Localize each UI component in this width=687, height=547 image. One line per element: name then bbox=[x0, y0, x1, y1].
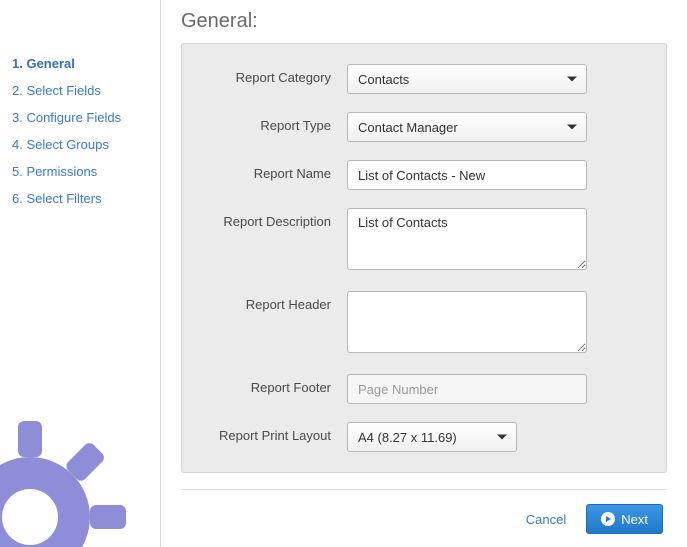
label-print-layout: Report Print Layout bbox=[192, 422, 347, 443]
textarea-report-description[interactable]: List of Contacts bbox=[347, 208, 587, 270]
form-panel: Report Category Contacts Report Type Con… bbox=[181, 43, 667, 473]
select-print-layout-value: A4 (8.27 x 11.69) bbox=[358, 430, 457, 445]
sidebar-item-permissions[interactable]: 5. Permissions bbox=[12, 158, 160, 185]
select-report-category-value: Contacts bbox=[358, 72, 409, 87]
sidebar-item-select-groups[interactable]: 4. Select Groups bbox=[12, 131, 160, 158]
select-report-category[interactable]: Contacts bbox=[347, 64, 587, 94]
footer-bar: Cancel Next bbox=[181, 489, 667, 534]
sidebar-item-select-fields[interactable]: 2. Select Fields bbox=[12, 77, 160, 104]
input-report-footer[interactable] bbox=[347, 374, 587, 404]
label-report-footer: Report Footer bbox=[192, 374, 347, 395]
wizard-sidebar: 1. General 2. Select Fields 3. Configure… bbox=[0, 0, 160, 547]
gear-icon bbox=[0, 417, 130, 547]
select-report-type-value: Contact Manager bbox=[358, 120, 458, 135]
cancel-button[interactable]: Cancel bbox=[522, 506, 570, 533]
next-button-label: Next bbox=[621, 512, 648, 527]
sidebar-item-select-filters[interactable]: 6. Select Filters bbox=[12, 185, 160, 212]
label-report-header: Report Header bbox=[192, 291, 347, 312]
textarea-report-header[interactable] bbox=[347, 291, 587, 353]
select-report-type[interactable]: Contact Manager bbox=[347, 112, 587, 142]
sidebar-item-general[interactable]: 1. General bbox=[12, 50, 160, 77]
label-report-description: Report Description bbox=[192, 208, 347, 229]
main-content: General: Report Category Contacts Report… bbox=[160, 0, 687, 547]
sidebar-item-configure-fields[interactable]: 3. Configure Fields bbox=[12, 104, 160, 131]
input-report-name[interactable] bbox=[347, 160, 587, 190]
select-print-layout[interactable]: A4 (8.27 x 11.69) bbox=[347, 422, 517, 452]
next-button[interactable]: Next bbox=[586, 504, 663, 534]
label-report-name: Report Name bbox=[192, 160, 347, 181]
label-report-category: Report Category bbox=[192, 64, 347, 85]
arrow-right-icon bbox=[601, 512, 615, 526]
label-report-type: Report Type bbox=[192, 112, 347, 133]
page-title: General: bbox=[181, 10, 667, 33]
